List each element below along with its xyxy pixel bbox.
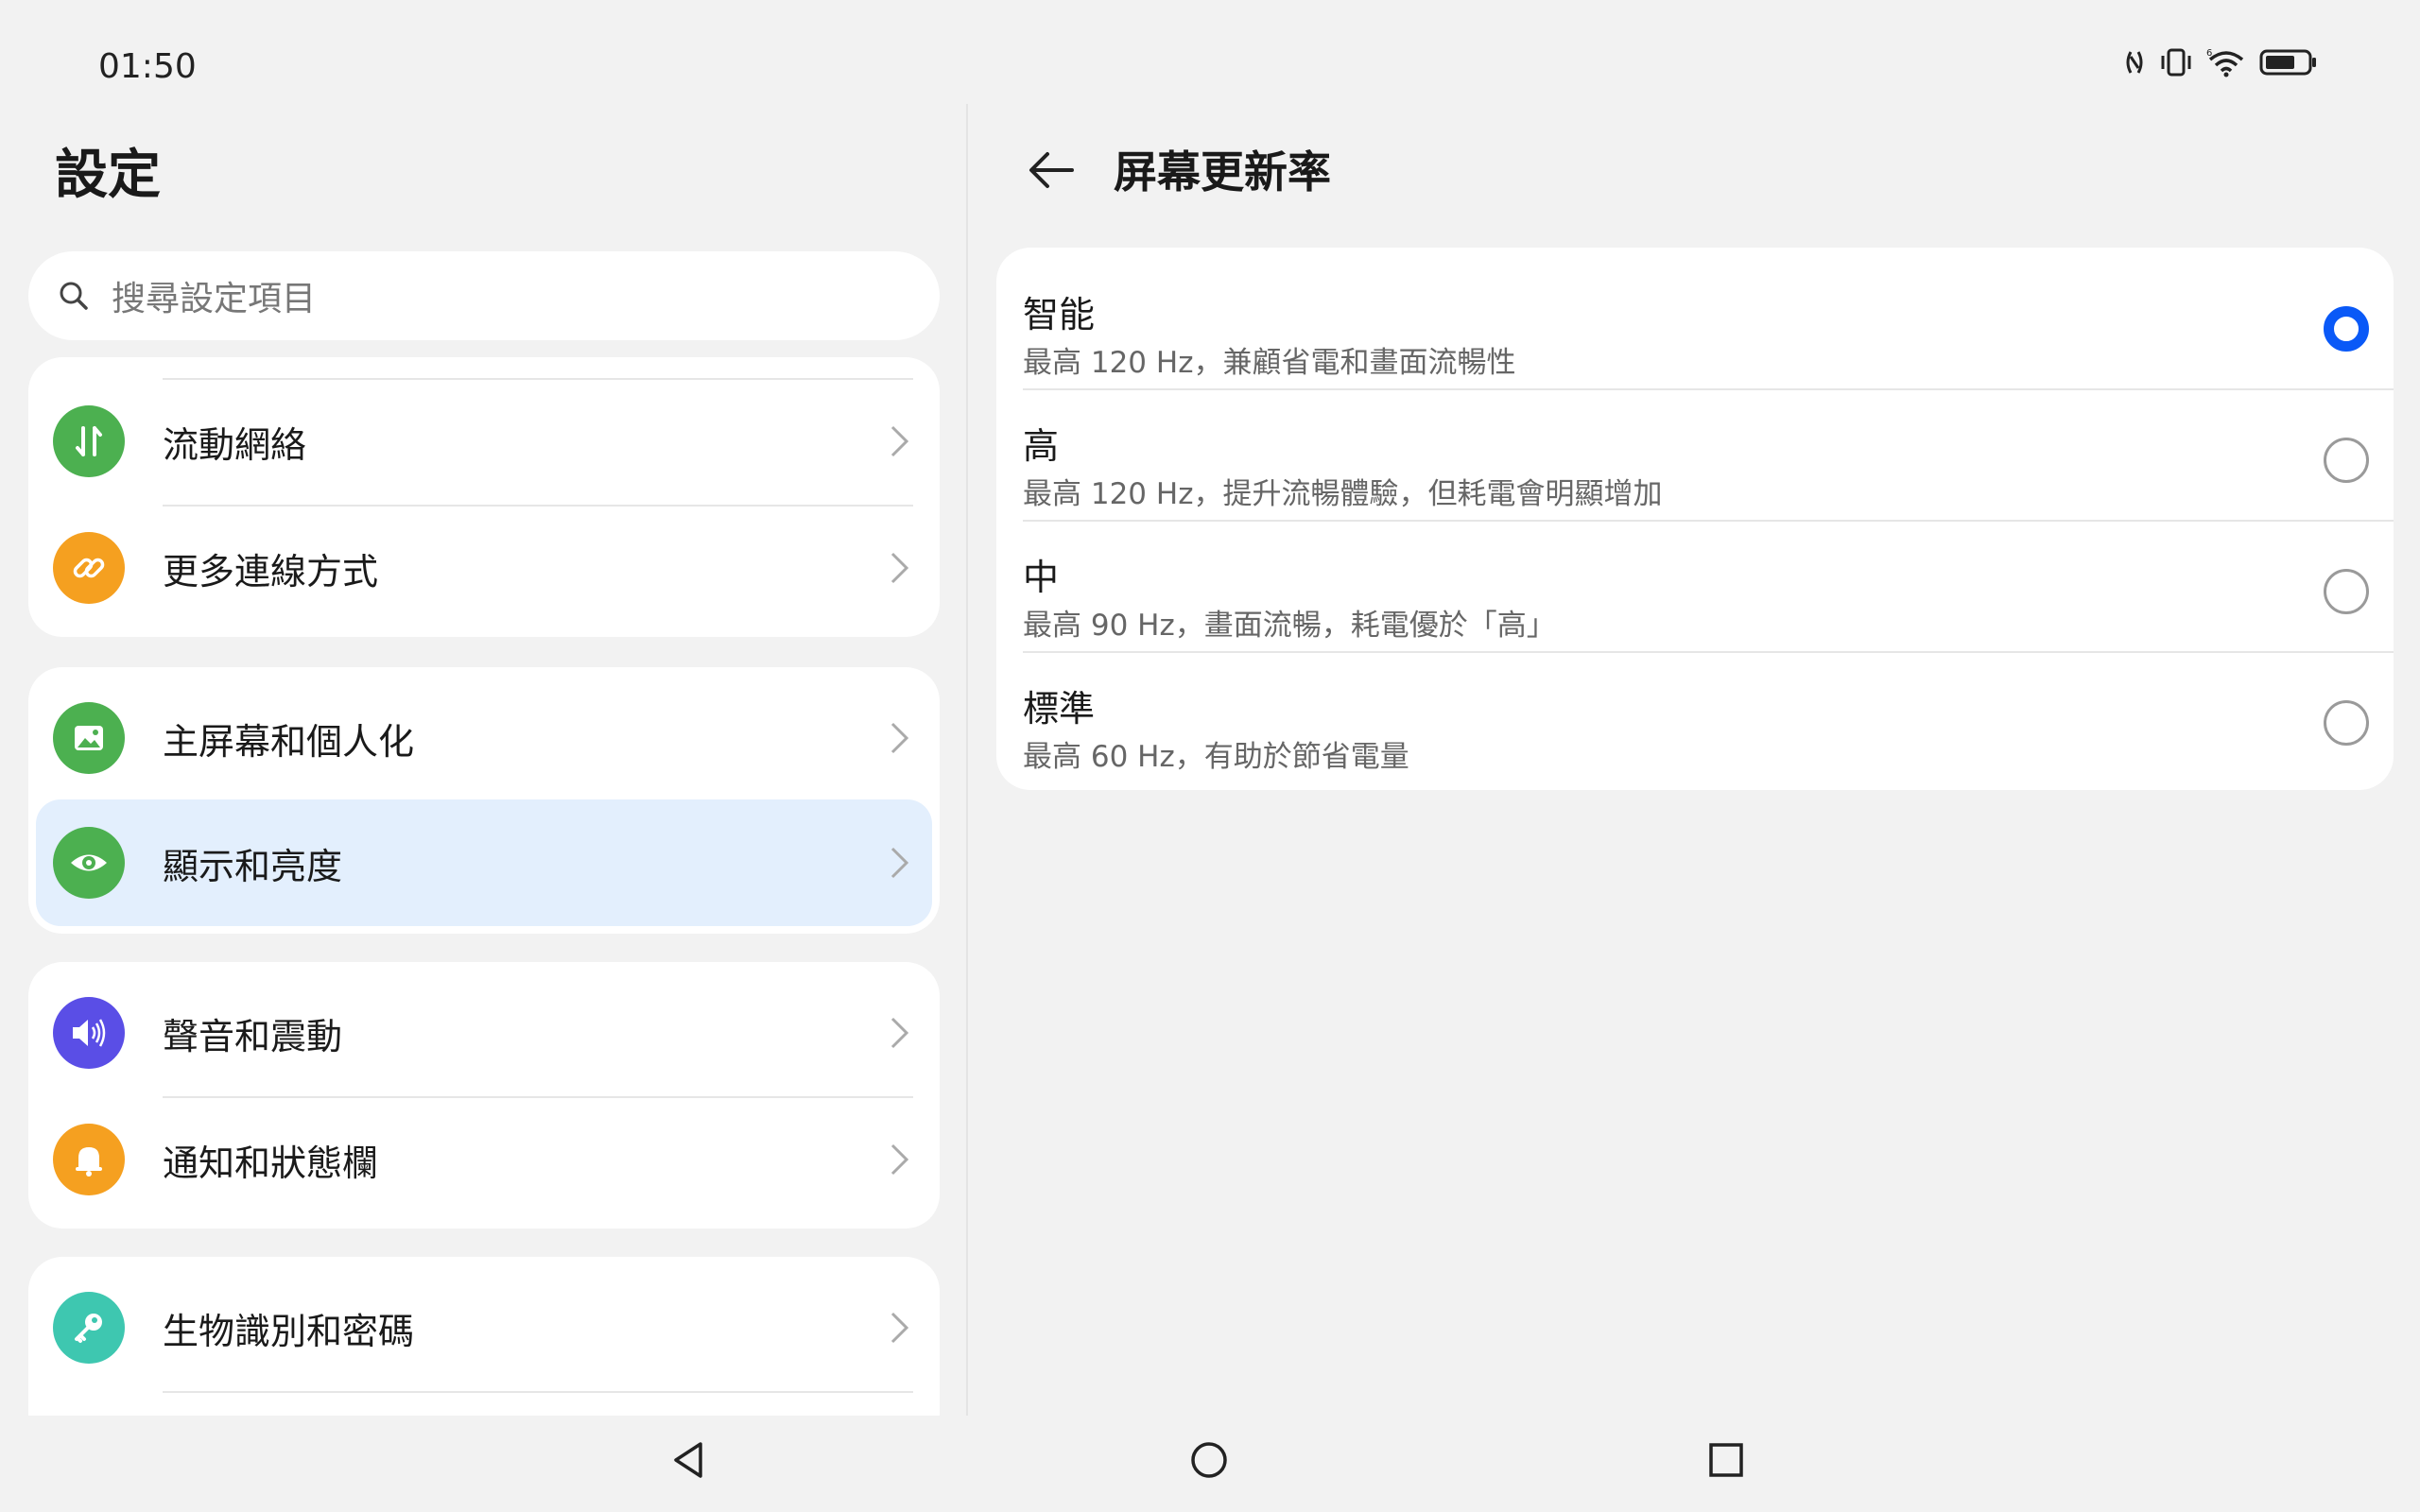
option-title: 標準 bbox=[1023, 688, 1096, 730]
chevron-right-icon bbox=[890, 1312, 909, 1344]
sidebar-item-label: 通知和狀態欄 bbox=[163, 1142, 379, 1184]
chevron-right-icon bbox=[890, 1017, 909, 1049]
settings-group-security: 生物識別和密碼 bbox=[28, 1257, 940, 1416]
eye-icon bbox=[53, 827, 125, 899]
vibrate-icon bbox=[2161, 48, 2191, 77]
option-subtitle: 最高 60 Hz，有助於節省電量 bbox=[1023, 740, 1409, 774]
page-title: 設定 bbox=[55, 145, 161, 206]
status-bar: 01:50 6 bbox=[0, 0, 2420, 104]
chevron-right-icon bbox=[890, 1143, 909, 1176]
radio-button[interactable] bbox=[2324, 438, 2369, 483]
sidebar-item-mobile-data[interactable]: 流動網絡 bbox=[28, 378, 940, 505]
search-bar[interactable]: 搜尋設定項目 bbox=[28, 251, 940, 340]
radio-button[interactable] bbox=[2324, 569, 2369, 614]
navigation-bar bbox=[0, 1416, 2420, 1512]
option-title: 智能 bbox=[1023, 294, 1096, 335]
back-arrow-icon[interactable] bbox=[1023, 142, 1080, 198]
sidebar-item-label: 聲音和震動 bbox=[163, 1015, 343, 1057]
radio-button[interactable] bbox=[2324, 700, 2369, 746]
chevron-right-icon bbox=[890, 847, 909, 879]
sidebar-item-label: 更多連線方式 bbox=[163, 550, 379, 593]
battery-icon bbox=[2259, 49, 2316, 76]
svg-text:6: 6 bbox=[2206, 48, 2212, 59]
status-icons: 6 bbox=[2123, 47, 2318, 77]
chevron-right-icon bbox=[890, 552, 909, 584]
divider bbox=[163, 1391, 913, 1393]
mobile-data-icon bbox=[53, 405, 125, 477]
sidebar-item-label: 生物識別和密碼 bbox=[163, 1310, 415, 1352]
search-placeholder: 搜尋設定項目 bbox=[112, 280, 317, 318]
sidebar-item-sound-vibration[interactable]: 聲音和震動 bbox=[28, 970, 940, 1096]
sidebar-item-label: 主屏幕和個人化 bbox=[163, 720, 415, 763]
nfc-icon bbox=[2126, 51, 2143, 74]
link-icon bbox=[53, 532, 125, 604]
option-high[interactable]: 高 最高 120 Hz，提升流暢體驗，但耗電會明顯增加 bbox=[996, 388, 2394, 520]
speaker-icon bbox=[53, 997, 125, 1069]
sidebar-item-label: 流動網絡 bbox=[163, 423, 307, 466]
chevron-right-icon bbox=[890, 722, 909, 754]
option-subtitle: 最高 120 Hz，兼顧省電和畫面流暢性 bbox=[1023, 346, 1516, 380]
settings-list-pane: 設定 搜尋設定項目 流動網絡 更多連線方式 主屏幕和個人化 顯示和亮度 聲音和震… bbox=[0, 104, 966, 1416]
key-icon bbox=[53, 1292, 125, 1364]
search-icon bbox=[60, 282, 88, 310]
option-medium[interactable]: 中 最高 90 Hz，畫面流暢，耗電優於「高」 bbox=[996, 520, 2394, 651]
sidebar-item-more-connections[interactable]: 更多連線方式 bbox=[28, 505, 940, 631]
settings-group-sound: 聲音和震動 通知和狀態欄 bbox=[28, 962, 940, 1228]
sidebar-item-notifications[interactable]: 通知和狀態欄 bbox=[28, 1096, 940, 1223]
sidebar-item-biometrics-password[interactable]: 生物識別和密碼 bbox=[28, 1264, 940, 1391]
sidebar-item-display-brightness[interactable]: 顯示和亮度 bbox=[36, 799, 932, 926]
option-title: 中 bbox=[1023, 557, 1060, 598]
bell-icon bbox=[53, 1124, 125, 1195]
option-title: 高 bbox=[1023, 425, 1060, 467]
sidebar-item-home-screen[interactable]: 主屏幕和個人化 bbox=[28, 675, 940, 801]
settings-group-display: 主屏幕和個人化 顯示和亮度 bbox=[28, 667, 940, 934]
option-standard[interactable]: 標準 最高 60 Hz，有助於節省電量 bbox=[996, 651, 2394, 782]
nav-home-icon[interactable] bbox=[1187, 1438, 1231, 1482]
image-icon bbox=[53, 702, 125, 774]
radio-button-selected[interactable] bbox=[2324, 306, 2369, 352]
option-subtitle: 最高 90 Hz，畫面流暢，耗電優於「高」 bbox=[1023, 609, 1556, 643]
refresh-rate-pane: 屏幕更新率 智能 最高 120 Hz，兼顧省電和畫面流暢性 高 最高 120 H… bbox=[968, 104, 2420, 1416]
page-title: 屏幕更新率 bbox=[1114, 146, 1331, 198]
nav-recents-icon[interactable] bbox=[1704, 1438, 1748, 1482]
chevron-right-icon bbox=[890, 425, 909, 457]
wifi-icon: 6 bbox=[2206, 48, 2244, 77]
nav-back-icon[interactable] bbox=[668, 1438, 712, 1482]
option-subtitle: 最高 120 Hz，提升流暢體驗，但耗電會明顯增加 bbox=[1023, 477, 1663, 511]
sidebar-item-label: 顯示和亮度 bbox=[163, 845, 343, 887]
status-time: 01:50 bbox=[98, 47, 197, 86]
refresh-rate-options: 智能 最高 120 Hz，兼顧省電和畫面流暢性 高 最高 120 Hz，提升流暢… bbox=[996, 248, 2394, 790]
settings-group-connectivity: 流動網絡 更多連線方式 bbox=[28, 357, 940, 637]
option-smart[interactable]: 智能 最高 120 Hz，兼顧省電和畫面流暢性 bbox=[996, 257, 2394, 388]
